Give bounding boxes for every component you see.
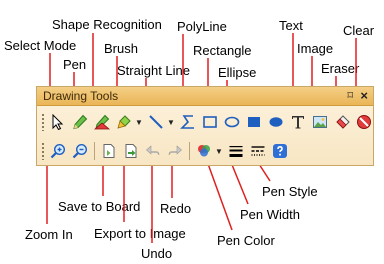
shape-recognition-icon (94, 114, 110, 130)
zoom-in-icon (50, 143, 66, 159)
undo-button[interactable] (143, 141, 163, 161)
select-mode-icon (52, 114, 64, 130)
redo-icon (168, 145, 182, 156)
pen-color-button[interactable] (194, 141, 214, 161)
zoom-in-button[interactable] (48, 141, 68, 161)
brush-dropdown-icon[interactable]: ▼ (135, 112, 143, 132)
polyline-button[interactable] (178, 112, 198, 132)
pen-color-dropdown-icon[interactable]: ▼ (215, 141, 223, 161)
callout-rectangle: Rectangle (193, 43, 252, 58)
redo-button[interactable] (165, 141, 185, 161)
straight-line-icon (149, 115, 163, 129)
callout-export-to-image: Export to Image (94, 226, 186, 241)
save-to-board-icon (103, 144, 115, 158)
text-icon (292, 116, 304, 129)
toolbar-separator (94, 142, 95, 160)
pen-icon (73, 114, 88, 130)
help-icon (273, 144, 287, 158)
toolbar-row-view: ▼ (41, 139, 291, 163)
eraser-button[interactable] (332, 112, 352, 132)
callout-pen-width: Pen Width (240, 207, 300, 222)
callout-pen-color: Pen Color (217, 233, 275, 248)
close-icon[interactable]: × (360, 88, 368, 103)
zoom-out-button[interactable] (70, 141, 90, 161)
image-icon (313, 116, 327, 128)
brush-icon (117, 115, 131, 129)
rectangle-button[interactable] (200, 112, 220, 132)
toolbar-row-drawing: ▼ ▼ (41, 110, 375, 134)
toolbar-title: Drawing Tools (43, 89, 119, 103)
export-to-image-icon (125, 144, 137, 158)
clear-icon (357, 115, 371, 129)
callout-zoom-in: Zoom In (25, 227, 73, 242)
straight-line-button[interactable] (146, 112, 166, 132)
ellipse-icon (224, 116, 240, 128)
toolbar-grip-row2[interactable] (41, 142, 45, 160)
toolbar-title-bar[interactable]: Drawing Tools ⌑ × (37, 87, 373, 106)
brush-button[interactable] (114, 112, 134, 132)
text-button[interactable] (288, 112, 308, 132)
filled-ellipse-icon (269, 117, 283, 127)
filled-ellipse-button[interactable] (266, 112, 286, 132)
toolbar-separator (189, 142, 190, 160)
pin-icon[interactable]: ⌑ (347, 89, 353, 102)
ellipse-button[interactable] (222, 112, 242, 132)
shape-recognition-button[interactable] (92, 112, 112, 132)
callout-text: Text (279, 18, 303, 33)
export-to-image-button[interactable] (121, 141, 141, 161)
filled-rectangle-icon (248, 117, 260, 127)
pen-style-icon (251, 146, 265, 156)
callout-undo: Undo (141, 246, 173, 261)
pen-width-icon (229, 146, 243, 157)
callout-eraser: Eraser (321, 61, 360, 76)
straight-line-dropdown-icon[interactable]: ▼ (167, 112, 175, 132)
callout-brush: Brush (104, 41, 138, 56)
pen-button[interactable] (70, 112, 90, 132)
callout-straight-line: Straight Line (117, 63, 190, 78)
callout-pen-style: Pen Style (262, 184, 318, 199)
pen-style-button[interactable] (248, 141, 268, 161)
callout-select-mode: Select Mode (4, 38, 77, 53)
undo-icon (146, 145, 160, 156)
pen-width-button[interactable] (226, 141, 246, 161)
callout-image: Image (297, 41, 334, 56)
image-button[interactable] (310, 112, 330, 132)
callout-ellipse: Ellipse (218, 65, 257, 80)
filled-rectangle-button[interactable] (244, 112, 264, 132)
callout-shape-recognition: Shape Recognition (52, 17, 162, 32)
callout-redo: Redo (160, 201, 192, 216)
callout-polyline: PolyLine (177, 19, 227, 34)
drawing-tools-toolbar: Drawing Tools ⌑ × ▼ ▼ ▼ (36, 86, 374, 166)
callout-save-to-board: Save to Board (58, 199, 141, 214)
eraser-icon (336, 115, 350, 129)
select-mode-button[interactable] (48, 112, 68, 132)
callout-pen: Pen (63, 57, 87, 72)
rectangle-icon (203, 116, 217, 128)
toolbar-grip[interactable] (41, 113, 45, 131)
pen-color-icon (198, 145, 210, 157)
save-to-board-button[interactable] (99, 141, 119, 161)
zoom-out-icon (72, 143, 88, 159)
polyline-icon (180, 115, 194, 129)
help-button[interactable] (270, 141, 290, 161)
clear-button[interactable] (354, 112, 374, 132)
callout-clear: Clear (343, 23, 375, 38)
